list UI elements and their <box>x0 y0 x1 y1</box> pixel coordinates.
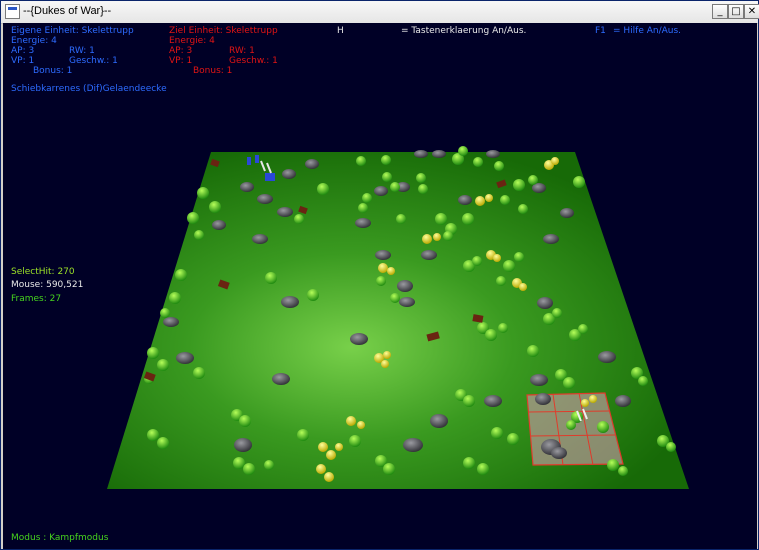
own-unit-ap: AP: 3 <box>11 46 35 56</box>
title-bar[interactable]: --{Dukes of War}-- _ □ ✕ <box>1 1 759 24</box>
own-unit-speed: Geschw.: 1 <box>69 56 118 66</box>
select-hit-readout: SelectHit: 270 <box>11 267 75 277</box>
target-unit-bonus: Bonus: 1 <box>193 66 233 76</box>
minimize-icon[interactable]: _ <box>712 4 728 19</box>
window-title: --{Dukes of War}-- <box>23 5 112 17</box>
own-unit-header: Eigene Einheit: Skelettrupp <box>11 26 134 36</box>
own-unit-energy: Energie: 4 <box>11 36 57 46</box>
target-unit-vp: VP: 1 <box>169 56 193 66</box>
maximize-icon[interactable]: □ <box>728 4 744 19</box>
target-unit-speed: Geschw.: 1 <box>229 56 278 66</box>
key-f1-label: F1 <box>595 26 606 36</box>
game-viewport[interactable]: Eigene Einheit: Skelettrupp Energie: 4 A… <box>3 23 757 549</box>
target-unit-ap: AP: 3 <box>169 46 193 56</box>
own-unit-bonus: Bonus: 1 <box>33 66 73 76</box>
app-icon <box>5 4 20 19</box>
key-h-label: H <box>337 26 344 36</box>
own-unit-vp: VP: 1 <box>11 56 35 66</box>
own-unit-rw: RW: 1 <box>69 46 95 56</box>
frames-readout: Frames: 27 <box>11 294 62 304</box>
target-unit-energy: Energie: 4 <box>169 36 215 46</box>
target-unit-rw: RW: 1 <box>229 46 255 56</box>
close-icon[interactable]: ✕ <box>744 4 759 19</box>
mode-indicator: Modus : Kampfmodus <box>11 533 109 543</box>
game-window: --{Dukes of War}-- _ □ ✕ Eigene Einheit:… <box>0 0 759 550</box>
mouse-readout: Mouse: 590,521 <box>11 280 84 290</box>
key-h-description: = Tastenerklaerung An/Aus. <box>401 26 527 36</box>
target-unit-header: Ziel Einheit: Skelettrupp <box>169 26 278 36</box>
terrain-info: Schiebkarrenes (Dif)Gelaendeecke <box>11 84 167 94</box>
game-board[interactable] <box>3 23 757 549</box>
key-f1-description: = Hilfe An/Aus. <box>613 26 682 36</box>
